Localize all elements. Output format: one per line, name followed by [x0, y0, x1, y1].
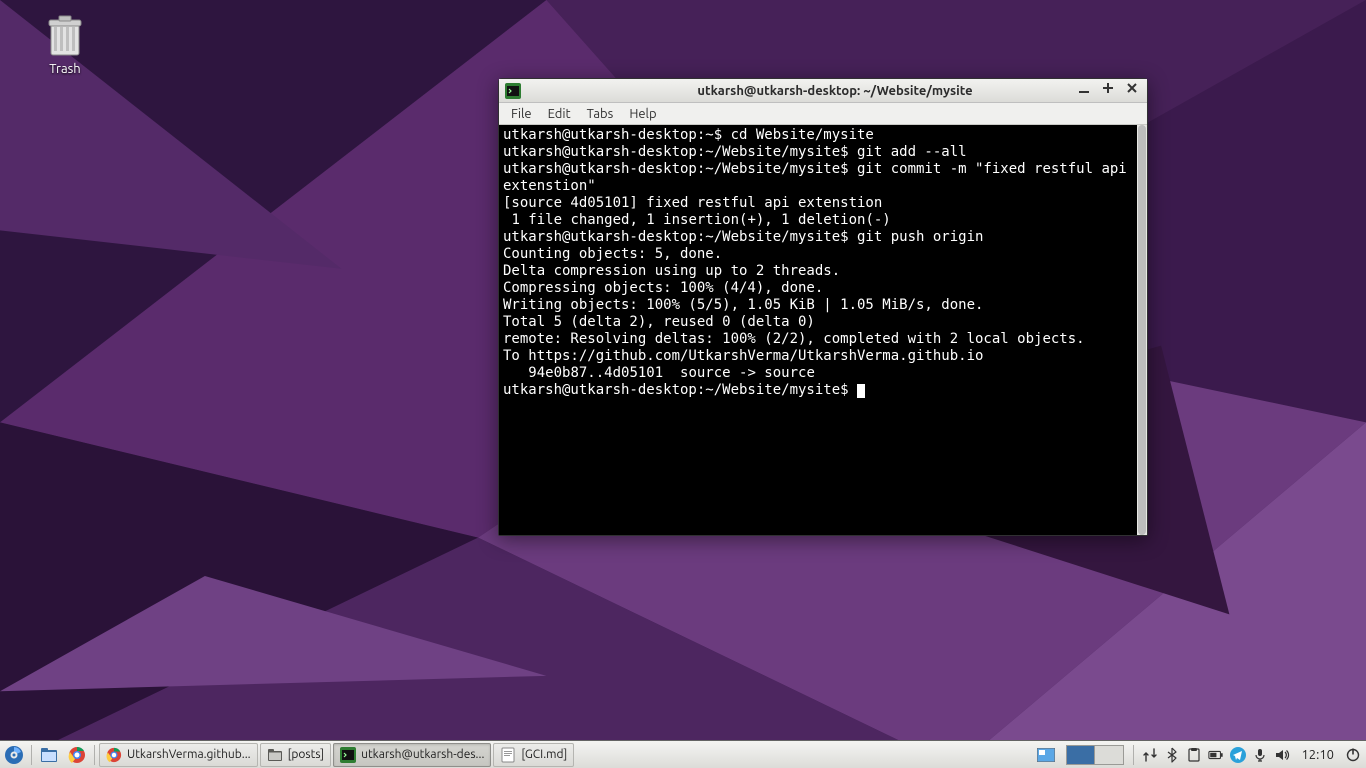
- desktop-icon-trash[interactable]: Trash: [35, 13, 95, 76]
- taskbar-task-label: [posts]: [288, 748, 324, 761]
- workspace-1[interactable]: [1067, 746, 1095, 764]
- file-manager-launcher[interactable]: [37, 743, 61, 767]
- battery-icon[interactable]: [1207, 746, 1225, 764]
- menubar: File Edit Tabs Help: [499, 103, 1147, 125]
- show-desktop-icon[interactable]: [1034, 743, 1058, 767]
- menu-edit[interactable]: Edit: [540, 105, 579, 123]
- terminal-window[interactable]: utkarsh@utkarsh-desktop: ~/Website/mysit…: [498, 78, 1148, 536]
- telegram-icon[interactable]: [1229, 746, 1247, 764]
- chrome-launcher[interactable]: [65, 743, 89, 767]
- terminal-cursor: [857, 384, 865, 398]
- terminal-app-icon: [505, 83, 521, 99]
- menu-tabs[interactable]: Tabs: [579, 105, 622, 123]
- trash-icon: [42, 13, 88, 59]
- menu-file[interactable]: File: [503, 105, 540, 123]
- chrome-icon: [106, 747, 122, 763]
- taskbar-task-3[interactable]: [GCI.md]: [493, 743, 574, 767]
- close-button[interactable]: [1125, 81, 1139, 95]
- volume-icon[interactable]: [1273, 746, 1291, 764]
- titlebar[interactable]: utkarsh@utkarsh-desktop: ~/Website/mysit…: [499, 79, 1147, 103]
- maximize-button[interactable]: [1101, 81, 1115, 95]
- start-menu-button[interactable]: [2, 743, 26, 767]
- terminal-output: utkarsh@utkarsh-desktop:~$ cd Website/my…: [503, 127, 1133, 399]
- clock[interactable]: 12:10: [1295, 748, 1340, 762]
- network-icon[interactable]: [1141, 746, 1159, 764]
- terminal-area[interactable]: utkarsh@utkarsh-desktop:~$ cd Website/my…: [499, 125, 1147, 535]
- taskbar-task-2[interactable]: utkarsh@utkarsh-des...: [333, 743, 491, 767]
- taskbar-task-label: UtkarshVerma.github...: [127, 748, 251, 761]
- folder-icon: [267, 747, 283, 763]
- minimize-button[interactable]: [1077, 81, 1091, 95]
- terminal-scrollbar[interactable]: [1137, 125, 1147, 535]
- taskbar-task-0[interactable]: UtkarshVerma.github...: [99, 743, 258, 767]
- workspace-pager[interactable]: [1066, 745, 1124, 765]
- terminal-icon: [340, 747, 356, 763]
- bluetooth-icon[interactable]: [1163, 746, 1181, 764]
- clipboard-icon[interactable]: [1185, 746, 1203, 764]
- power-icon[interactable]: [1344, 746, 1362, 764]
- scrollbar-thumb[interactable]: [1138, 125, 1146, 535]
- microphone-icon[interactable]: [1251, 746, 1269, 764]
- menu-help[interactable]: Help: [621, 105, 664, 123]
- taskbar-task-label: utkarsh@utkarsh-des...: [361, 748, 484, 761]
- desktop-icon-label: Trash: [35, 62, 95, 76]
- taskbar-task-label: [GCI.md]: [521, 748, 567, 761]
- taskbar-task-1[interactable]: [posts]: [260, 743, 331, 767]
- taskbar: UtkarshVerma.github... [posts] utkarsh@utk…: [0, 740, 1366, 768]
- desktop[interactable]: Trash utkarsh@utkarsh-desktop: ~/Website…: [0, 0, 1366, 768]
- text-icon: [500, 747, 516, 763]
- window-title: utkarsh@utkarsh-desktop: ~/Website/mysit…: [523, 84, 1147, 98]
- workspace-2[interactable]: [1095, 746, 1123, 764]
